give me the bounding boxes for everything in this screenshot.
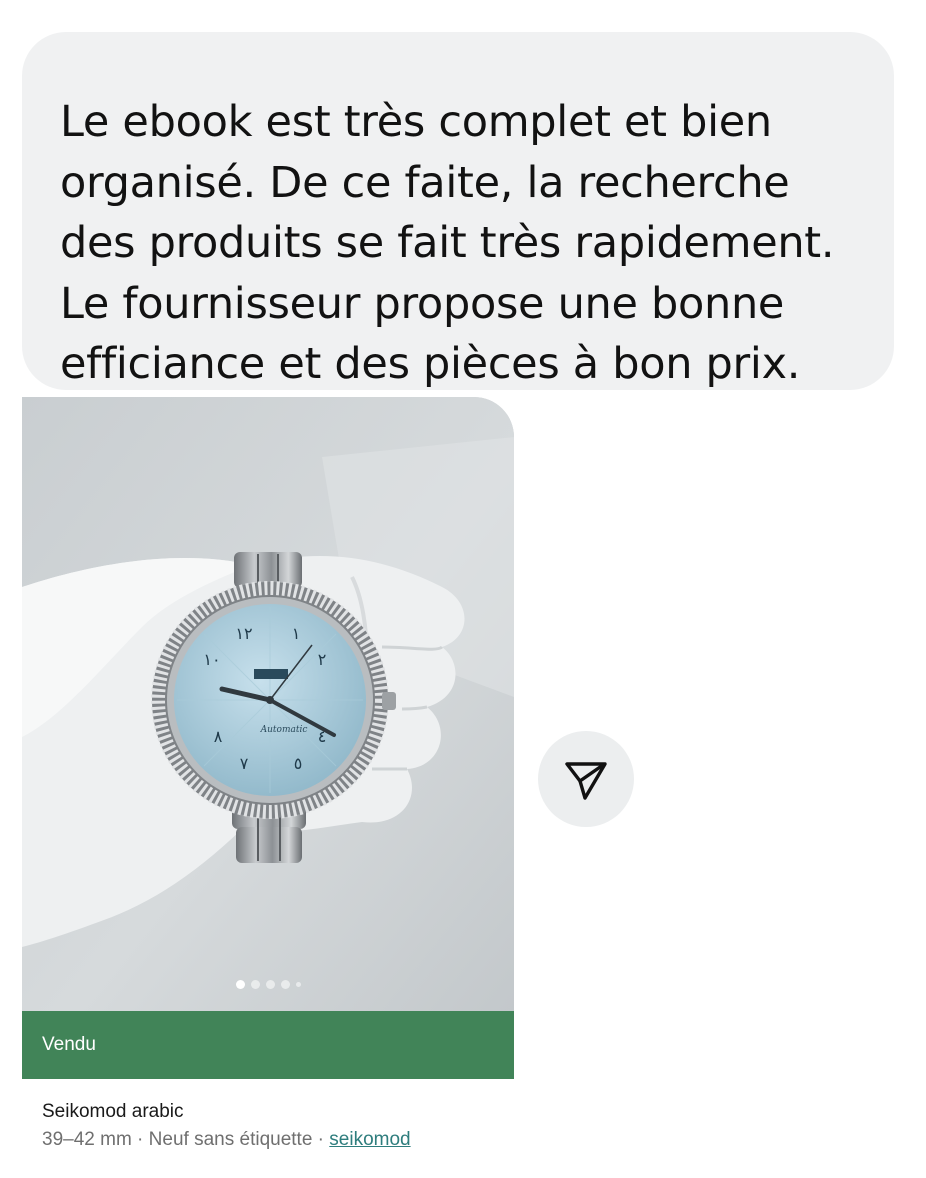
svg-text:٥: ٥ <box>294 754 303 773</box>
item-details: 39–42 mm · Neuf sans étiquette · seikomo… <box>42 1129 411 1151</box>
svg-text:٧: ٧ <box>240 754 249 773</box>
wristwatch-photo[interactable]: ١٢ ١ ٢١٠ ٤٨ ٧٥ Automatic <box>22 397 514 1011</box>
carousel-dot[interactable] <box>250 979 260 989</box>
svg-text:Automatic: Automatic <box>260 725 308 735</box>
carousel-dot[interactable] <box>235 979 245 989</box>
svg-text:١: ١ <box>292 624 301 643</box>
svg-text:٨: ٨ <box>214 727 223 746</box>
item-size: 39–42 mm <box>42 1129 132 1150</box>
carousel-dot[interactable] <box>265 979 275 989</box>
item-condition: Neuf sans étiquette <box>148 1129 313 1150</box>
svg-text:١٢: ١٢ <box>235 624 252 643</box>
item-title[interactable]: Seikomod arabic <box>42 1101 184 1123</box>
svg-text:٢: ٢ <box>318 650 327 669</box>
listing-card[interactable]: ١٢ ١ ٢ ١٠ ٤٨ ٧٥ Automatic Vendu <box>22 397 514 1079</box>
meta-separator: · <box>131 1129 149 1150</box>
message-text: Le ebook est très complet et bien organi… <box>60 97 835 389</box>
meta-separator: · <box>312 1129 330 1150</box>
sold-status-banner: Vendu <box>22 1011 514 1079</box>
svg-text:١٠: ١٠ <box>203 650 220 669</box>
send-icon <box>565 762 607 800</box>
carousel-dot[interactable] <box>280 979 290 989</box>
carousel-dot[interactable] <box>295 981 301 987</box>
message-bubble: Le ebook est très complet et bien organi… <box>22 32 894 390</box>
carousel-indicator[interactable] <box>22 978 514 990</box>
share-button[interactable] <box>538 731 634 827</box>
brand-link[interactable]: seikomod <box>329 1129 410 1150</box>
